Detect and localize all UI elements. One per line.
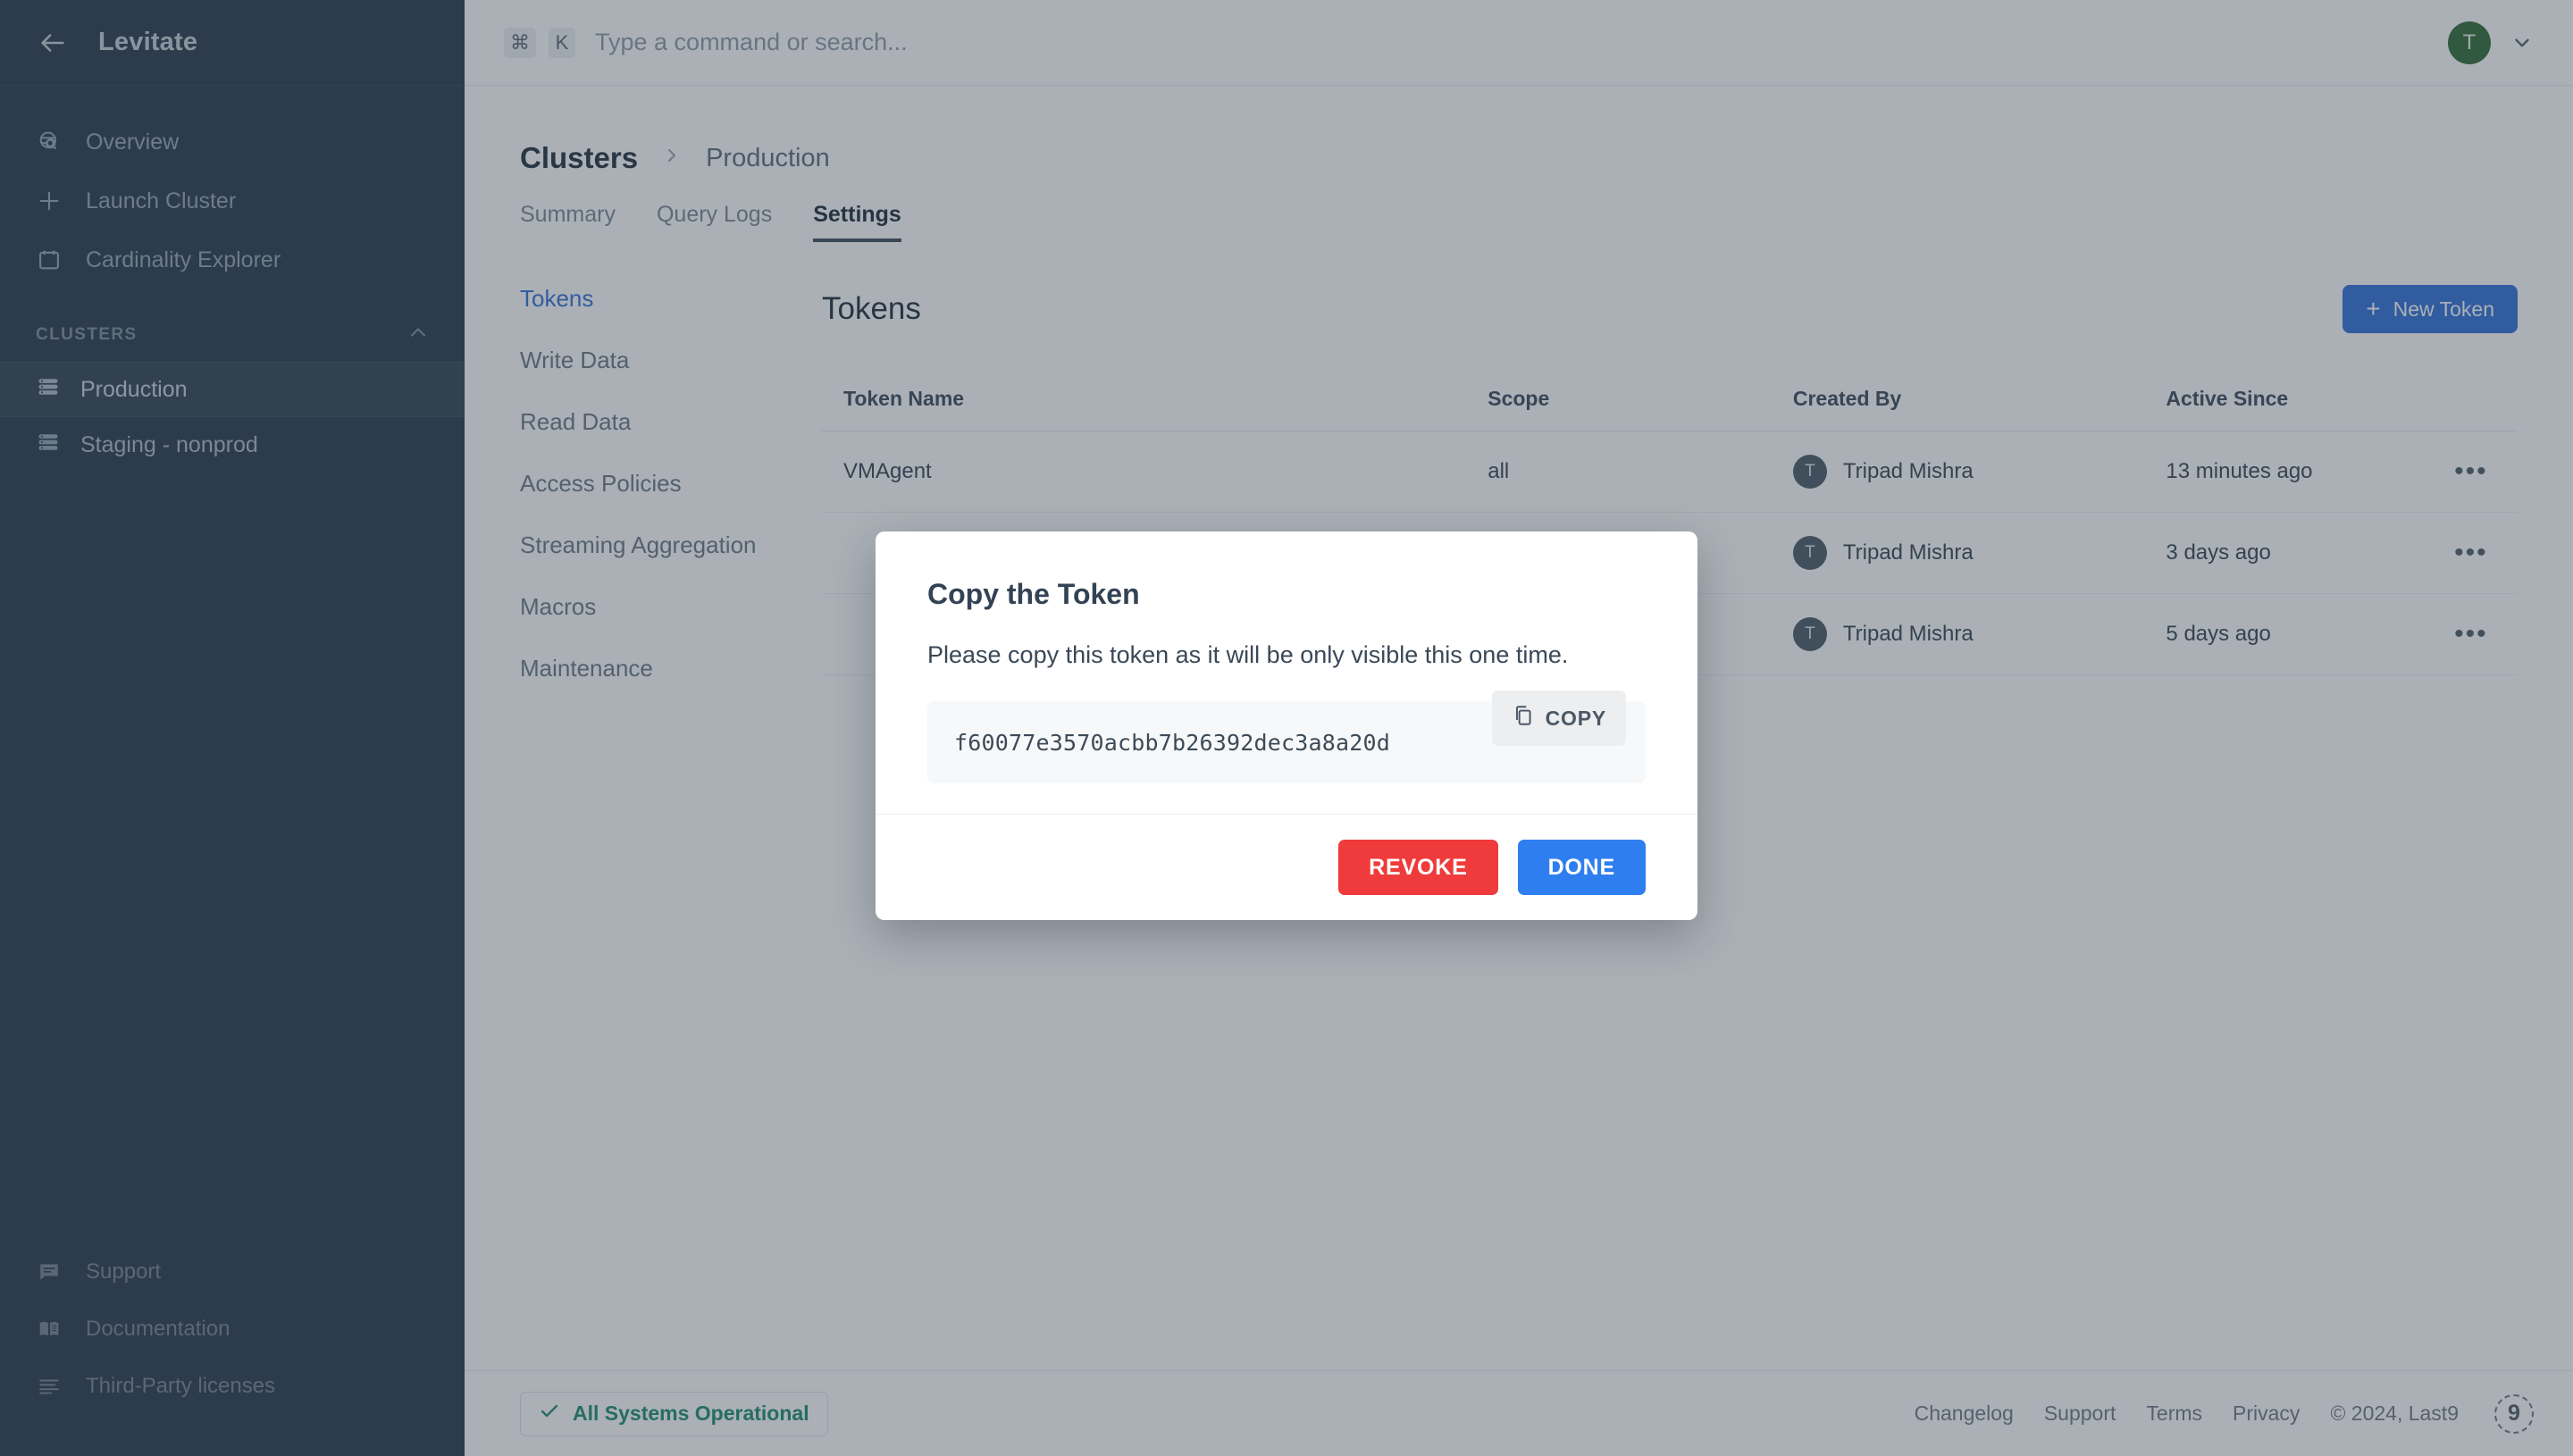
modal-footer: REVOKE DONE xyxy=(876,814,1697,920)
modal-title: Copy the Token xyxy=(927,578,1140,610)
token-value: f60077e3570acbb7b26392dec3a8a20d xyxy=(954,729,1391,756)
modal-body: Copy the Token Please copy this token as… xyxy=(876,531,1697,814)
copy-button-label: COPY xyxy=(1545,706,1606,730)
revoke-button[interactable]: REVOKE xyxy=(1338,840,1498,895)
done-button[interactable]: DONE xyxy=(1517,840,1646,895)
copy-button[interactable]: COPY xyxy=(1491,690,1626,746)
app-root: Levitate Overview Launch Cluster Cardina… xyxy=(0,0,2573,1456)
copy-icon xyxy=(1512,704,1535,732)
copy-token-modal: Copy the Token Please copy this token as… xyxy=(876,531,1697,920)
token-value-field: f60077e3570acbb7b26392dec3a8a20d COPY xyxy=(927,690,1646,783)
